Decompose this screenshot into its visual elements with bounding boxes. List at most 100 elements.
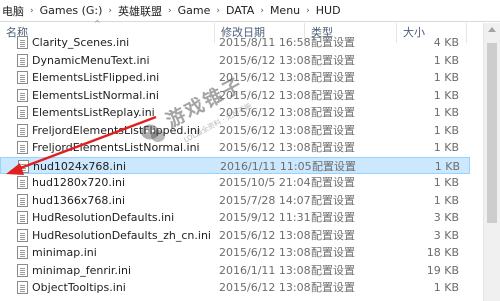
chevron-right-icon[interactable]: › <box>256 6 268 16</box>
ini-file-icon <box>17 228 28 242</box>
file-type: 配置设置 <box>311 71 355 84</box>
file-size: 1 KB <box>433 106 459 119</box>
file-size: 19 KB <box>426 263 459 277</box>
breadcrumb-item-lol[interactable]: 英雄联盟 <box>116 3 164 19</box>
ini-file-icon <box>17 263 28 277</box>
file-date: 2015/6/12 13:08 <box>219 141 311 154</box>
file-row[interactable]: ObjectTooltips.ini 2015/6/12 13:08 配置设置 1 K… <box>0 279 470 296</box>
file-name: minimap.ini <box>32 246 97 259</box>
file-size: 1 KB <box>433 71 459 84</box>
ini-file-icon <box>17 141 28 154</box>
file-row[interactable]: HudResolutionDefaults.ini 2015/9/12 11:31… <box>0 209 470 226</box>
ini-file-icon <box>17 246 28 259</box>
file-date: 2015/6/12 13:08 <box>219 88 311 102</box>
file-name: ElementsListReplay.ini <box>32 106 155 119</box>
file-type: 配置设置 <box>311 193 355 207</box>
file-date: 2016/1/11 13:08 <box>219 263 311 277</box>
file-size: 3 KB <box>433 228 459 242</box>
ini-file-icon <box>18 159 29 173</box>
file-row[interactable]: ElementsListFlipped.ini 2015/6/12 13:08 配置… <box>0 69 470 86</box>
file-name: ElementsListNormal.ini <box>32 88 159 102</box>
file-row[interactable]: hud1366x768.ini 2015/7/28 14:07 配置设置 1 KB <box>0 192 470 209</box>
file-type: 配置设置 <box>311 211 355 224</box>
file-row[interactable]: hud1280x720.ini 2015/10/5 21:04 配置设置 1 KB <box>0 174 470 191</box>
scroll-thumb[interactable] <box>487 43 497 223</box>
file-date: 2015/6/12 13:08 <box>219 228 311 242</box>
file-type: 配置设置 <box>311 176 355 189</box>
chevron-right-icon[interactable]: › <box>164 6 176 16</box>
file-size: 1 KB <box>433 141 459 154</box>
breadcrumb-item-menu[interactable]: Menu <box>268 4 302 17</box>
file-type: 配置设置 <box>311 106 355 119</box>
breadcrumb-item-hud[interactable]: HUD <box>314 4 343 17</box>
breadcrumb-item-game[interactable]: Game <box>176 4 213 17</box>
breadcrumb-item-computer[interactable]: 电脑 <box>0 3 26 19</box>
file-type: 配置设置 <box>312 159 356 173</box>
file-type: 配置设置 <box>311 246 355 259</box>
ini-file-icon <box>17 71 28 84</box>
chevron-right-icon[interactable]: › <box>26 6 38 16</box>
file-name: HudResolutionDefaults_zh_cn.ini <box>32 228 211 242</box>
file-size: 1 KB <box>434 159 460 173</box>
file-name: Clarity_Scenes.ini <box>32 36 130 49</box>
file-row[interactable]: FreljordElementsListFlipped.ini 2015/6/12… <box>0 122 470 139</box>
file-row[interactable]: minimap_fenrir.ini 2016/1/11 13:08 配置设置 19 … <box>0 262 470 279</box>
ini-file-icon <box>17 211 28 224</box>
file-name: HudResolutionDefaults.ini <box>32 211 175 224</box>
ini-file-icon <box>17 106 28 119</box>
breadcrumb: 电脑 › Games (G:) › 英雄联盟 › Game › DATA › M… <box>0 0 500 22</box>
vertical-scrollbar[interactable] <box>483 23 500 301</box>
file-row[interactable]: ElementsListReplay.ini 2015/6/12 13:08 配置设… <box>0 104 470 121</box>
file-row[interactable]: FreljordElementsListNormal.ini 2015/6/12 … <box>0 139 470 156</box>
ini-file-icon <box>17 36 28 49</box>
file-type: 配置设置 <box>311 36 355 49</box>
breadcrumb-item-data[interactable]: DATA <box>224 4 256 17</box>
file-size: 1 KB <box>433 176 459 189</box>
file-name: hud1024x768.ini <box>33 159 127 173</box>
file-date: 2015/9/12 11:31 <box>219 211 311 224</box>
file-date: 2015/8/11 16:58 <box>219 36 311 49</box>
file-type: 配置设置 <box>311 141 355 154</box>
file-type: 配置设置 <box>311 263 355 277</box>
file-size: 18 KB <box>426 246 459 259</box>
file-name: DynamicMenuText.ini <box>32 53 150 67</box>
file-name: minimap_fenrir.ini <box>32 263 132 277</box>
file-type: 配置设置 <box>311 88 355 102</box>
file-row[interactable]: HudResolutionDefaults_zh_cn.ini 2015/6/12… <box>0 227 470 244</box>
file-type: 配置设置 <box>311 228 355 242</box>
ini-file-icon <box>17 88 28 102</box>
file-row[interactable]: Clarity_Scenes.ini 2015/8/11 16:58 配置设置 4 K… <box>0 34 470 51</box>
file-size: 3 KB <box>433 211 459 224</box>
file-date: 2015/10/5 21:04 <box>219 176 311 189</box>
ini-file-icon <box>17 176 28 189</box>
file-size: 1 KB <box>433 193 459 207</box>
file-size: 1 KB <box>433 53 459 67</box>
file-date: 2015/6/12 13:08 <box>219 281 311 294</box>
file-date: 2015/6/12 13:08 <box>219 123 311 137</box>
file-size: 1 KB <box>433 123 459 137</box>
file-name: FreljordElementsListNormal.ini <box>32 141 200 154</box>
chevron-right-icon[interactable]: › <box>212 6 224 16</box>
file-type: 配置设置 <box>311 123 355 137</box>
ini-file-icon <box>17 123 28 137</box>
file-row[interactable]: ElementsListNormal.ini 2015/6/12 13:08 配置设… <box>0 87 470 104</box>
file-name: hud1366x768.ini <box>32 193 126 207</box>
file-row[interactable]: minimap.ini 2015/6/12 13:08 配置设置 18 KB <box>0 244 470 261</box>
file-row[interactable]: DynamicMenuText.ini 2015/6/12 13:08 配置设置 1 … <box>0 52 470 69</box>
file-name: ElementsListFlipped.ini <box>32 71 160 84</box>
file-size: 1 KB <box>433 281 459 294</box>
file-type: 配置设置 <box>311 53 355 67</box>
file-size: 4 KB <box>433 36 459 49</box>
file-row[interactable]: hud1024x768.ini 2016/1/11 11:05 配置设置 1 KB <box>0 156 470 174</box>
sort-ascending-icon: ^ <box>94 19 101 28</box>
ini-file-icon <box>17 281 28 294</box>
file-date: 2015/6/12 13:08 <box>219 53 311 67</box>
file-date: 2015/6/12 13:08 <box>219 71 311 84</box>
file-name: FreljordElementsListFlipped.ini <box>32 123 200 137</box>
chevron-right-icon[interactable]: › <box>104 6 116 16</box>
file-date: 2015/7/28 14:07 <box>219 193 311 207</box>
file-date: 2015/6/12 13:08 <box>219 246 311 259</box>
chevron-right-icon[interactable]: › <box>302 6 314 16</box>
scroll-up-arrow-icon[interactable] <box>488 27 496 32</box>
breadcrumb-item-drive[interactable]: Games (G:) <box>38 4 105 17</box>
